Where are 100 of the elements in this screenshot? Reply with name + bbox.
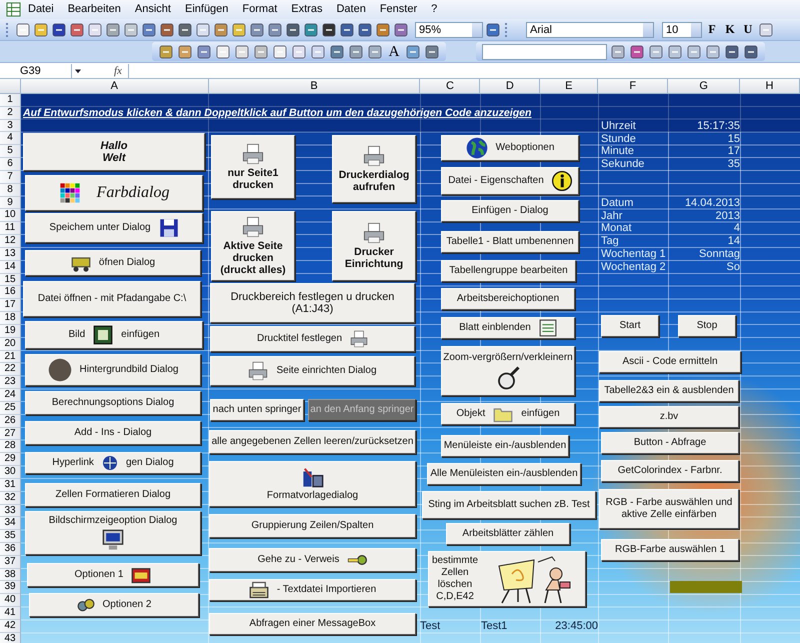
- macro-button[interactable]: Optionen 1: [27, 563, 199, 587]
- macro-button[interactable]: Seite einrichten Dialog: [210, 356, 415, 386]
- macro-button[interactable]: Add - Ins - Dialog: [25, 421, 201, 445]
- column-header[interactable]: H: [740, 79, 800, 93]
- row-header[interactable]: 25: [0, 402, 20, 415]
- row-header[interactable]: 8: [0, 184, 20, 197]
- row-header[interactable]: 39: [0, 581, 20, 594]
- menu-item[interactable]: Ansicht: [128, 2, 178, 17]
- macro-button[interactable]: RGB - Farbe auswählen und aktive Zelle einfärben: [599, 489, 739, 529]
- row-header[interactable]: 42: [0, 620, 20, 633]
- row-header[interactable]: 4: [0, 132, 20, 146]
- row-header[interactable]: 19: [0, 324, 20, 338]
- row-header[interactable]: 3: [0, 120, 20, 132]
- macro-button[interactable]: Datei - Eigenschaften: [441, 167, 579, 195]
- macro-button[interactable]: Blatt einblenden: [441, 317, 575, 339]
- macro-button[interactable]: Zoom-vergrößern/verkleinern: [441, 346, 575, 396]
- macro-button[interactable]: Optionen 2: [29, 593, 199, 617]
- macro-button[interactable]: Button - Abfrage: [601, 432, 739, 454]
- row-header[interactable]: 16: [0, 286, 20, 300]
- macro-button[interactable]: Druckbereich festlegen u drucken (A1:J43): [210, 283, 415, 323]
- macro-button[interactable]: Stop: [678, 315, 736, 337]
- macro-button[interactable]: Farbdialog: [25, 175, 203, 211]
- row-header[interactable]: 38: [0, 568, 20, 582]
- macro-button[interactable]: öfnen Dialog: [25, 250, 201, 276]
- font-field[interactable]: Arial: [526, 22, 654, 38]
- column-header[interactable]: G: [668, 79, 740, 93]
- menu-item[interactable]: Daten: [329, 2, 373, 17]
- row-header[interactable]: 35: [0, 530, 20, 543]
- row-header[interactable]: 32: [0, 492, 20, 504]
- macro-button[interactable]: z.bv: [599, 406, 739, 428]
- macro-button[interactable]: Speichem unter Dialog: [25, 213, 203, 243]
- macro-button[interactable]: nach unten springer: [210, 399, 304, 421]
- macro-button[interactable]: Tabellengruppe bearbeiten: [441, 260, 576, 282]
- row-header[interactable]: 13: [0, 248, 20, 261]
- column-header[interactable]: A: [20, 79, 209, 93]
- macro-button[interactable]: GetColorindex - Farbnr.: [601, 460, 739, 482]
- menu-item[interactable]: Einfügen: [178, 2, 236, 17]
- macro-button[interactable]: alle angegebenen Zellen leeren/zurücksetzen: [209, 430, 416, 454]
- font-size-field[interactable]: 10: [662, 22, 702, 38]
- row-header[interactable]: 20: [0, 338, 20, 351]
- macro-button[interactable]: Alle Menüleisten ein-/ausblenden: [427, 463, 581, 485]
- row-header[interactable]: 37: [0, 556, 20, 569]
- macro-button[interactable]: Ascii - Code ermitteln: [599, 351, 741, 373]
- row-header[interactable]: 2: [0, 106, 20, 120]
- macro-button[interactable]: Einfügen - Dialog: [441, 200, 579, 222]
- macro-button[interactable]: Drucker Einrichtung: [332, 211, 416, 281]
- macro-button[interactable]: nur Seite1 drucken: [211, 135, 295, 199]
- macro-button[interactable]: Berechnungsoptions Dialog: [25, 391, 201, 415]
- macro-button[interactable]: Aktive Seite drucken (druckt alles): [211, 211, 295, 281]
- row-header[interactable]: 10: [0, 209, 20, 222]
- macro-button[interactable]: RGB-Farbe auswählen 1: [601, 539, 739, 561]
- row-header[interactable]: 22: [0, 363, 20, 376]
- macro-button[interactable]: - Textdatei Importieren: [209, 579, 416, 601]
- row-header[interactable]: 33: [0, 504, 20, 518]
- macro-button[interactable]: Hallo Welt: [23, 133, 205, 171]
- macro-button[interactable]: Weboptionen: [441, 135, 579, 161]
- column-header[interactable]: C: [420, 79, 480, 93]
- menu-item[interactable]: Fenster: [372, 2, 424, 17]
- row-header[interactable]: 14: [0, 260, 20, 274]
- macro-button[interactable]: Datei öffnen - mit Pfadangabe C:\: [23, 281, 201, 317]
- macro-button[interactable]: Bildschirmzeigeoption Dialog: [25, 511, 201, 555]
- row-header[interactable]: 27: [0, 428, 20, 440]
- macro-button[interactable]: Bild einfügen: [25, 321, 203, 349]
- format-button[interactable]: U: [740, 22, 756, 38]
- column-header[interactable]: B: [208, 79, 420, 93]
- row-header[interactable]: 34: [0, 517, 20, 530]
- row-header[interactable]: 41: [0, 607, 20, 620]
- macro-button[interactable]: Menüleiste ein-/ausblenden: [441, 435, 569, 457]
- column-header[interactable]: F: [598, 79, 668, 93]
- row-header[interactable]: 6: [0, 158, 20, 171]
- row-header[interactable]: 31: [0, 478, 20, 492]
- macro-button[interactable]: bestimmte Zellen löschen C,D,E42: [428, 551, 586, 607]
- spreadsheet-icon[interactable]: [6, 2, 21, 17]
- macro-button[interactable]: Gehe zu - Verweis: [209, 548, 416, 572]
- zoom-field[interactable]: 95%: [415, 22, 483, 38]
- macro-button[interactable]: Formatvorlagedialog: [209, 461, 416, 507]
- macro-button[interactable]: Sting im Arbeitsblatt suchen zB. Test: [422, 491, 596, 519]
- row-header[interactable]: 43: [0, 632, 20, 643]
- column-header[interactable]: E: [540, 79, 598, 93]
- macro-button[interactable]: Abfragen einer MessageBox: [209, 613, 416, 635]
- row-header[interactable]: 28: [0, 440, 20, 454]
- macro-button[interactable]: Drucktitel festlegen: [210, 326, 415, 352]
- menu-item[interactable]: Bearbeiten: [60, 2, 128, 17]
- row-header[interactable]: 15: [0, 274, 20, 286]
- macro-button[interactable]: Tabelle2&3 ein & ausblenden: [599, 380, 739, 402]
- row-header[interactable]: 29: [0, 453, 20, 466]
- row-header[interactable]: 30: [0, 466, 20, 479]
- macro-button[interactable]: Arbeitsblätter zählen: [446, 523, 570, 545]
- macro-button[interactable]: Zellen Formatieren Dialog: [25, 483, 201, 507]
- row-header[interactable]: 40: [0, 594, 20, 608]
- row-header[interactable]: 9: [0, 196, 20, 210]
- macro-button[interactable]: Start: [601, 315, 659, 337]
- row-header[interactable]: 24: [0, 389, 20, 402]
- macro-button[interactable]: Hintergrundbild Dialog: [25, 354, 201, 386]
- row-header[interactable]: 23: [0, 376, 20, 390]
- row-header[interactable]: 26: [0, 414, 20, 428]
- menu-item[interactable]: Format: [235, 2, 284, 17]
- row-header[interactable]: 7: [0, 170, 20, 184]
- row-header[interactable]: 21: [0, 350, 20, 364]
- macro-button[interactable]: Druckerdialog aufrufen: [332, 135, 416, 203]
